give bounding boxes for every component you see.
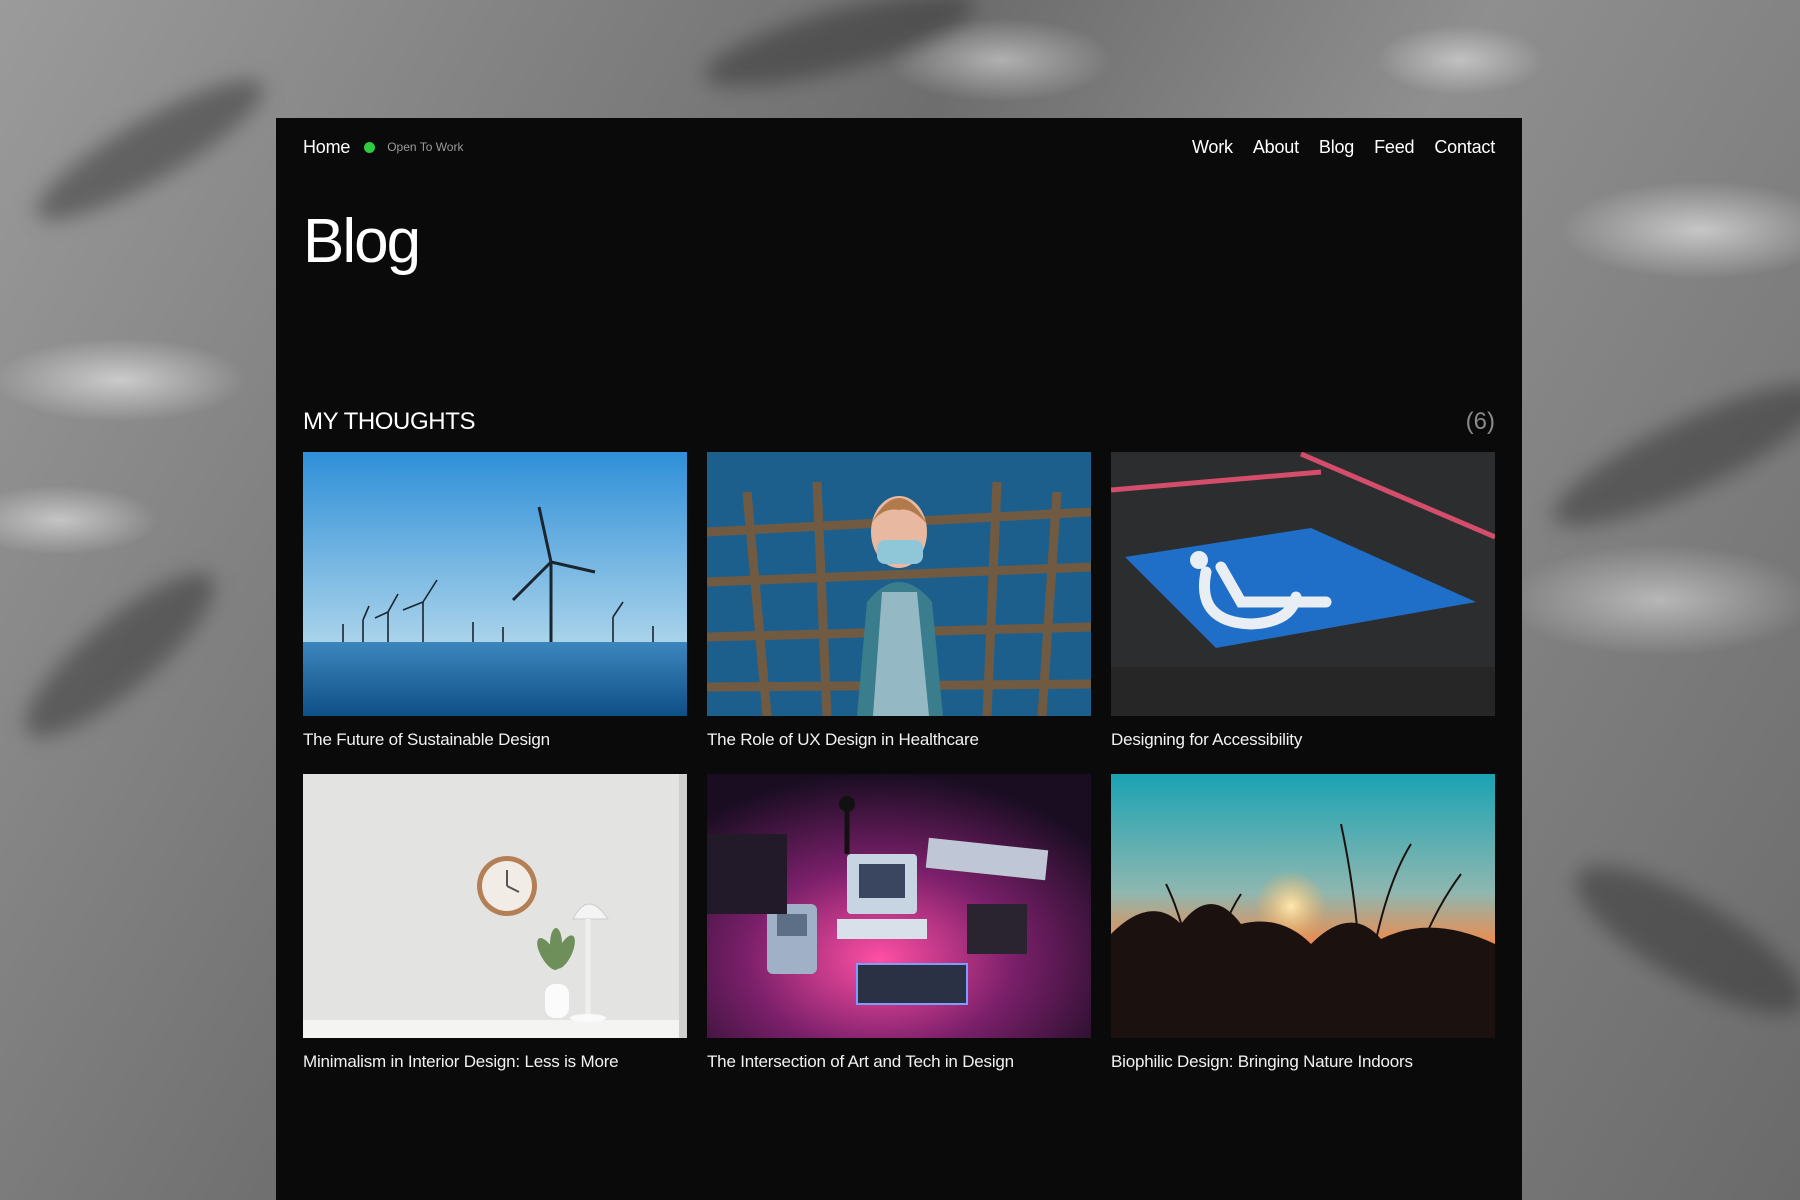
post-card[interactable]: The Future of Sustainable Design <box>303 452 687 752</box>
post-card[interactable]: Designing for Accessibility <box>1111 452 1495 752</box>
post-thumbnail-nurse[interactable] <box>707 452 1091 716</box>
post-thumbnail-accessibility[interactable] <box>1111 452 1495 716</box>
nav-home-link[interactable]: Home <box>303 137 350 158</box>
status-label: Open To Work <box>387 140 464 154</box>
section-header: MY THOUGHTS (6) <box>303 408 1495 436</box>
post-title[interactable]: The Future of Sustainable Design <box>303 730 687 752</box>
post-card[interactable]: The Intersection of Art and Tech in Desi… <box>707 774 1091 1074</box>
post-title[interactable]: The Role of UX Design in Healthcare <box>707 730 1091 752</box>
top-nav: Home Open To Work Work About Blog Feed C… <box>303 132 1495 162</box>
post-thumbnail-minimalism[interactable] <box>303 774 687 1038</box>
status-dot-icon <box>364 141 376 153</box>
post-thumbnail-wind-turbines[interactable] <box>303 452 687 716</box>
nav-link-feed[interactable]: Feed <box>1374 137 1414 158</box>
post-card[interactable]: The Role of UX Design in Healthcare <box>707 452 1091 752</box>
section-title: MY THOUGHTS <box>303 408 476 435</box>
post-card[interactable]: Biophilic Design: Bringing Nature Indoor… <box>1111 774 1495 1074</box>
nav-link-work[interactable]: Work <box>1192 137 1233 158</box>
post-thumbnail-sunset-plants[interactable] <box>1111 774 1495 1038</box>
post-title[interactable]: Designing for Accessibility <box>1111 730 1495 752</box>
nav-link-blog[interactable]: Blog <box>1319 137 1354 158</box>
post-title[interactable]: Biophilic Design: Bringing Nature Indoor… <box>1111 1052 1495 1074</box>
post-card[interactable]: Minimalism in Interior Design: Less is M… <box>303 774 687 1074</box>
page-title: Blog <box>303 207 421 276</box>
post-count: (6) <box>1465 408 1495 435</box>
post-title[interactable]: Minimalism in Interior Design: Less is M… <box>303 1052 687 1074</box>
post-title[interactable]: The Intersection of Art and Tech in Desi… <box>707 1052 1091 1074</box>
post-thumbnail-retro-tech[interactable] <box>707 774 1091 1038</box>
website-frame: Home Open To Work Work About Blog Feed C… <box>276 118 1522 1200</box>
post-grid: The Future of Sustainable Design The Rol… <box>303 452 1495 1074</box>
nav-link-contact[interactable]: Contact <box>1434 137 1495 158</box>
nav-link-about[interactable]: About <box>1253 137 1299 158</box>
